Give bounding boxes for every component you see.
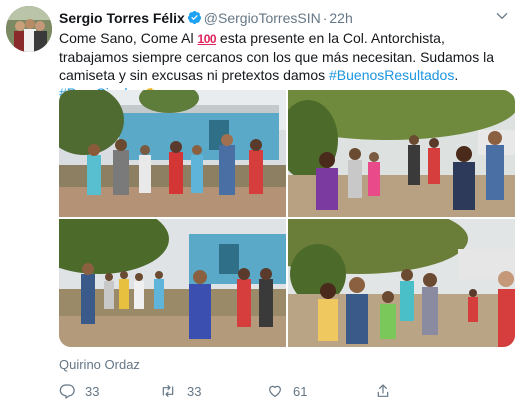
like-button[interactable]: 61 [267, 383, 307, 399]
photo-3[interactable] [59, 219, 286, 347]
hundred-points-icon: 100 [197, 32, 217, 46]
share-button[interactable] [375, 383, 391, 399]
like-icon [267, 383, 283, 399]
verified-badge-icon [187, 10, 202, 29]
reply-icon [59, 383, 75, 399]
reply-button[interactable]: 33 [59, 383, 99, 399]
photo-1[interactable] [59, 90, 286, 217]
photo-2[interactable] [288, 90, 515, 217]
hashtag-buenos-resultados[interactable]: #BuenosResultados [329, 67, 454, 83]
separator: · [322, 10, 328, 26]
photo-4[interactable] [288, 219, 515, 347]
tagged-user[interactable]: Quirino Ordaz [59, 357, 140, 372]
text-segment: Come Sano, Come Al [59, 30, 198, 46]
text-segment: . [454, 67, 459, 83]
tweet-header: Sergio Torres Félix @SergioTorresSIN · 22h [59, 9, 353, 29]
display-name[interactable]: Sergio Torres Félix [59, 10, 185, 26]
retweet-count: 33 [187, 383, 202, 399]
chevron-down-icon[interactable] [495, 9, 509, 28]
retweet-icon [159, 383, 177, 399]
handle[interactable]: @SergioTorresSIN [204, 10, 321, 26]
tweet-actions: 33 33 61 [59, 383, 499, 401]
avatar[interactable] [6, 6, 52, 52]
share-icon [375, 383, 391, 399]
timestamp[interactable]: 22h [329, 10, 352, 26]
like-count: 61 [293, 383, 308, 399]
media-grid [59, 90, 515, 347]
retweet-button[interactable]: 33 [159, 383, 201, 399]
reply-count: 33 [85, 383, 100, 399]
